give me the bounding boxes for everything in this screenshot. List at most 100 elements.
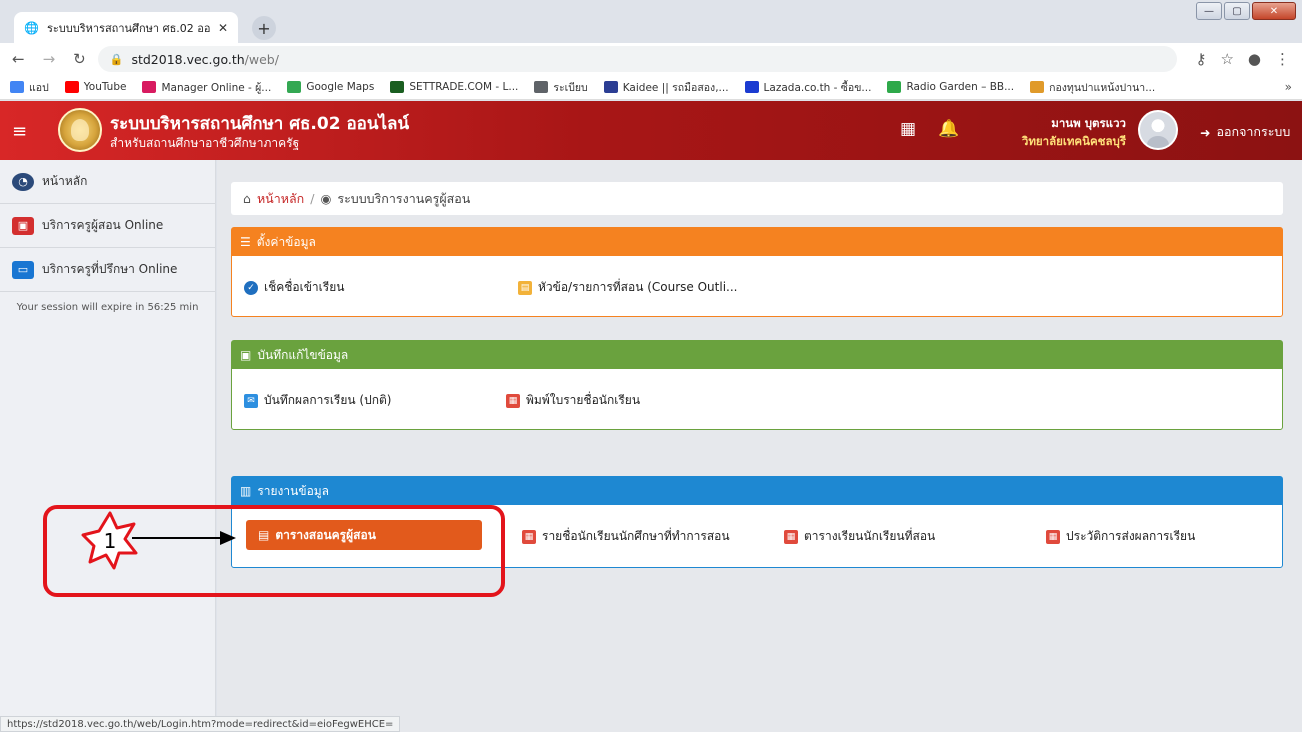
bookmark-item[interactable]: Google Maps [287, 81, 374, 93]
bar-chart-icon: ▥ [240, 484, 252, 498]
grade-submission-history-link[interactable]: ▦ ประวัติการส่งผลการเรียน [1046, 527, 1195, 546]
back-icon[interactable]: ← [12, 50, 25, 68]
sidebar-item-home[interactable]: ◔ หน้าหลัก [0, 160, 215, 204]
tab-title: ระบบบริหารสถานศึกษา ศธ.02 ออน [46, 21, 210, 35]
teacher-icon: ▣ [12, 216, 34, 235]
bookmark-item[interactable]: SETTRADE.COM - L... [390, 81, 518, 93]
sidebar-item-teacher-service[interactable]: ▣ บริการครูผู้สอน Online [0, 204, 215, 248]
profile-icon[interactable]: ● [1248, 50, 1261, 68]
hamburger-menu-icon[interactable]: ≡ [12, 121, 27, 142]
mail-arrow-icon: ✉ [244, 393, 258, 408]
bookmark-item[interactable]: Lazada.co.th - ซื้อข... [744, 79, 871, 96]
folder-icon: ▤ [518, 280, 532, 295]
maps-icon [287, 81, 302, 93]
user-avatar[interactable] [1138, 110, 1178, 150]
records-panel: ▣ บันทึกแก้ไขข้อมูล ✉ บันทึกผลการเรียน (… [231, 340, 1283, 430]
home-icon: ⌂ [243, 191, 251, 206]
tab-close-icon[interactable]: ✕ [218, 21, 228, 35]
url-host: std2018.vec.go.th [131, 51, 245, 67]
calendar-icon[interactable]: ▦ [900, 119, 916, 139]
bookmark-label: Kaidee || รถมือสอง,... [622, 81, 729, 94]
reload-icon[interactable]: ↻ [73, 50, 86, 68]
reports-panel-header: ▥ รายงานข้อมูล [232, 477, 1282, 505]
bookmarks-more-icon[interactable]: » [1285, 80, 1292, 94]
logout-button[interactable]: ➜ ออกจากระบบ [1200, 122, 1290, 142]
bookmarks-bar: แอป YouTube Manager Online - ผู้... Google … [0, 75, 1302, 100]
apps-icon [10, 81, 24, 93]
fund-icon [1030, 81, 1045, 93]
forward-icon[interactable]: → [43, 50, 56, 68]
taught-students-list-link[interactable]: ▦ รายชื่อนักเรียนนักศึกษาที่ทำการสอน [522, 527, 730, 546]
star-icon[interactable]: ☆ [1220, 50, 1233, 68]
app-header: ≡ ระบบบริหารสถานศึกษา ศธ.02 ออนไลน์ สำหร… [0, 101, 1302, 160]
bookmark-item[interactable]: Manager Online - ผู้... [142, 79, 271, 96]
pdf-icon: ▦ [506, 393, 520, 408]
record-grades-link[interactable]: ✉ บันทึกผลการเรียน (ปกติ) [244, 391, 391, 410]
bookmark-item[interactable]: แอป [10, 79, 49, 96]
settrade-icon [390, 81, 405, 93]
maximize-button[interactable]: ▢ [1224, 2, 1250, 20]
browser-tab-strip: 🌐 ระบบบริหารสถานศึกษา ศธ.02 ออน ✕ + — ▢ … [0, 0, 1302, 43]
grade-submission-history-label: ประวัติการส่งผลการเรียน [1066, 529, 1196, 543]
pdf-icon: ▦ [522, 529, 536, 544]
annotation-step-number: 1 [104, 529, 117, 553]
sidebar-item-label: หน้าหลัก [42, 174, 88, 188]
user-check-icon: ✓ [244, 280, 258, 295]
menu-dots-icon[interactable]: ⋮ [1275, 50, 1290, 68]
manager-icon [142, 81, 157, 93]
lock-icon: 🔒 [109, 52, 124, 66]
logout-icon: ➜ [1200, 124, 1211, 140]
course-outline-link[interactable]: ▤ หัวข้อ/รายการที่สอน (Course Outli... [518, 278, 737, 297]
settings-panel-title: ตั้งค่าข้อมูล [256, 234, 316, 249]
course-outline-label: หัวข้อ/รายการที่สอน (Course Outli... [538, 280, 738, 294]
settings-panel: ☰ ตั้งค่าข้อมูล ✓ เช็คชื่อเข้าเรียน ▤ หั… [231, 227, 1283, 317]
taught-students-list-label: รายชื่อนักเรียนนักศึกษาที่ทำการสอน [542, 529, 730, 543]
status-url-tooltip: https://std2018.vec.go.th/web/Login.htm?… [0, 716, 401, 732]
bookmark-item[interactable]: Kaidee || รถมือสอง,... [603, 79, 729, 96]
attendance-check-link[interactable]: ✓ เช็คชื่อเข้าเรียน [244, 278, 344, 297]
browser-tab[interactable]: 🌐 ระบบบริหารสถานศึกษา ศธ.02 ออน ✕ [14, 12, 238, 43]
pdf-icon: ▦ [1046, 529, 1060, 544]
close-window-button[interactable]: ✕ [1252, 2, 1296, 20]
bookmark-label: Google Maps [306, 81, 375, 93]
database-icon: ☰ [240, 235, 251, 249]
breadcrumb-home-link[interactable]: หน้าหลัก [257, 189, 304, 209]
dashboard-icon: ◔ [12, 172, 34, 191]
breadcrumb-current: ระบบบริการงานครูผู้สอน [337, 190, 471, 206]
bookmark-item[interactable]: ระเบียบ [534, 79, 588, 96]
annotation-star-icon: 1 [81, 511, 138, 570]
monitor-icon: ▭ [12, 260, 34, 279]
sidebar-item-label: บริการครูที่ปรึกษา Online [42, 262, 178, 276]
bookmark-label: กองทุนปาแหน้งปานา... [1049, 81, 1156, 94]
annotation-arrow [132, 531, 236, 545]
student-timetable-label: ตารางเรียนนักเรียนที่สอน [804, 529, 936, 543]
bookmark-label: SETTRADE.COM - L... [409, 81, 519, 93]
reports-panel-title: รายงานข้อมูล [257, 483, 330, 498]
bookmark-item[interactable]: Radio Garden – BB... [887, 81, 1014, 93]
print-student-list-link[interactable]: ▦ พิมพ์ใบรายชื่อนักเรียน [506, 391, 640, 410]
bookmark-item[interactable]: กองทุนปาแหน้งปานา... [1030, 79, 1155, 96]
student-timetable-link[interactable]: ▦ ตารางเรียนนักเรียนที่สอน [784, 527, 935, 546]
address-bar-row: ← → ↻ 🔒 std2018.vec.go.th/web/ ⚷ ☆ ● ⋮ [0, 43, 1302, 75]
url-input[interactable]: 🔒 std2018.vec.go.th/web/ [97, 46, 1178, 72]
session-expiry-note: Your session will expire in 56:25 min [16, 302, 199, 313]
print-student-list-label: พิมพ์ใบรายชื่อนักเรียน [526, 393, 641, 407]
sidebar-item-label: บริการครูผู้สอน Online [42, 218, 164, 232]
sidebar-item-advisor-service[interactable]: ▭ บริการครูที่ปรึกษา Online [0, 248, 215, 292]
bookmark-label: Manager Online - ผู้... [161, 81, 272, 94]
app-title: ระบบบริหารสถานศึกษา ศธ.02 ออนไลน์ [110, 114, 410, 134]
key-icon[interactable]: ⚷ [1195, 50, 1206, 68]
globe-icon: 🌐 [24, 20, 39, 35]
kaidee-icon [603, 81, 618, 93]
app-subtitle: สำหรับสถานศึกษาอาชีวศึกษาภาครัฐ [110, 136, 300, 150]
radio-icon [887, 81, 902, 93]
bookmark-item[interactable]: YouTube [64, 81, 126, 93]
attendance-check-label: เช็คชื่อเข้าเรียน [264, 280, 345, 294]
youtube-icon [64, 81, 79, 93]
globe-icon [534, 81, 549, 93]
records-panel-title: บันทึกแก้ไขข้อมูล [257, 347, 349, 362]
lazada-icon [744, 81, 759, 93]
minimize-button[interactable]: — [1196, 2, 1222, 20]
new-tab-button[interactable]: + [252, 16, 276, 40]
breadcrumb-separator: / [310, 191, 315, 206]
